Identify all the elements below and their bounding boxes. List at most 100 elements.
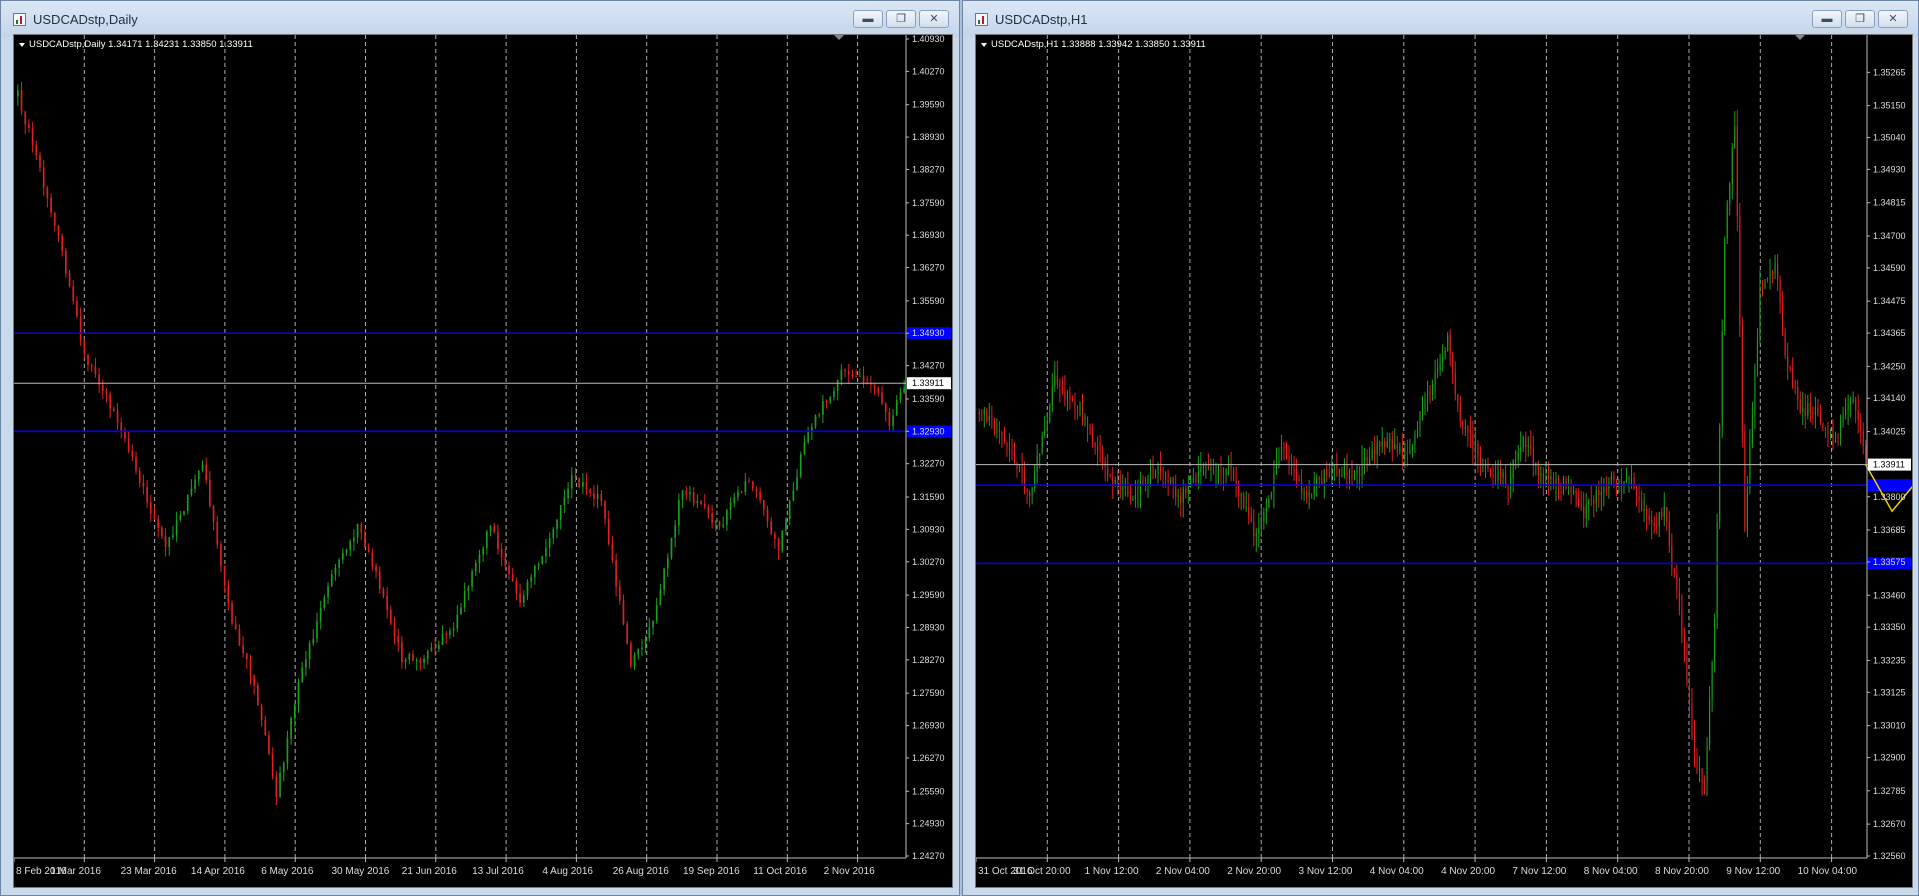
minimize-button[interactable]: ▬ bbox=[1812, 10, 1842, 28]
candle-body bbox=[552, 528, 555, 539]
candle-body bbox=[1726, 203, 1728, 239]
collapse-triangle-icon[interactable] bbox=[19, 43, 25, 47]
candle-body bbox=[1839, 421, 1842, 438]
candle-body bbox=[1336, 465, 1338, 470]
candle-body bbox=[1761, 286, 1764, 289]
chart-area-daily[interactable]: 1.40930 1.40270 1.39590 1.38930 1.38270 1.375… bbox=[13, 34, 953, 888]
candle-body bbox=[1285, 452, 1288, 457]
candle-body bbox=[996, 430, 998, 432]
candle-body bbox=[1311, 493, 1313, 495]
candle-body bbox=[1454, 372, 1456, 395]
candle-body bbox=[998, 430, 1000, 433]
chart-area-h1[interactable]: 1.35265 1.35150 1.35040 1.34930 1.34815 1.347… bbox=[975, 34, 1913, 888]
candle-body bbox=[1222, 469, 1225, 475]
price-axis-label: 1.30930 bbox=[912, 524, 945, 534]
candle-body bbox=[1482, 465, 1484, 468]
candle-body bbox=[1326, 469, 1328, 476]
candle-body bbox=[1714, 618, 1716, 663]
candle-body bbox=[1807, 402, 1809, 416]
candle-body bbox=[1416, 429, 1419, 435]
candle-body bbox=[297, 682, 300, 705]
restore-button[interactable]: ❐ bbox=[1845, 10, 1875, 28]
candle-body bbox=[271, 754, 274, 777]
candle-body bbox=[1479, 456, 1481, 468]
candle-body bbox=[1774, 263, 1776, 274]
candle-body bbox=[1056, 376, 1058, 385]
candle-body bbox=[1736, 126, 1738, 217]
candle-body bbox=[1568, 487, 1570, 489]
candle-body bbox=[1766, 278, 1769, 280]
candle-body bbox=[1134, 494, 1136, 499]
title-bar-daily[interactable]: USDCADstp,Daily ▬ ❐ ✕ bbox=[1, 1, 959, 37]
candle-body bbox=[526, 581, 529, 596]
candle-body bbox=[807, 431, 809, 442]
candle-body bbox=[474, 563, 477, 572]
candle-body bbox=[1092, 431, 1094, 443]
window-daily[interactable]: USDCADstp,Daily ▬ ❐ ✕ 1.40930 1.40270 1.39… bbox=[0, 0, 960, 896]
candle-body bbox=[1235, 480, 1237, 484]
candle-body bbox=[877, 388, 880, 393]
time-axis-label: 9 Nov 12:00 bbox=[1726, 866, 1780, 877]
candle-body bbox=[792, 490, 795, 501]
close-button[interactable]: ✕ bbox=[919, 10, 949, 28]
candle-body bbox=[530, 576, 532, 582]
price-axis-label: 1.33460 bbox=[1873, 590, 1906, 600]
candle-body bbox=[1414, 434, 1416, 446]
time-axis-label: 19 Sep 2016 bbox=[683, 866, 740, 877]
window-title: USDCADstp,H1 bbox=[995, 12, 1088, 27]
candle-body bbox=[1542, 473, 1544, 485]
candle-body bbox=[1676, 572, 1678, 591]
candle-body bbox=[1079, 404, 1081, 411]
restore-button[interactable]: ❐ bbox=[886, 10, 916, 28]
candle-body bbox=[1212, 466, 1215, 473]
candle-body bbox=[1787, 355, 1789, 369]
price-axis-label: 1.34025 bbox=[1873, 427, 1906, 437]
candle-body bbox=[1039, 453, 1041, 456]
candle-body bbox=[1374, 449, 1376, 455]
candle-body bbox=[1081, 404, 1084, 421]
candle-body bbox=[1850, 401, 1852, 405]
time-axis-label: 31 Oct 20:00 bbox=[1013, 866, 1071, 877]
candle-body bbox=[28, 124, 30, 129]
minimize-button[interactable]: ▬ bbox=[853, 10, 883, 28]
candle-body bbox=[1447, 335, 1449, 351]
price-axis-label: 1.40930 bbox=[912, 35, 945, 44]
candle-body bbox=[168, 537, 171, 548]
candle-body bbox=[1507, 486, 1509, 490]
candle-body bbox=[1109, 475, 1111, 477]
candle-body bbox=[729, 502, 732, 511]
candle-body bbox=[360, 523, 363, 533]
candle-body bbox=[1512, 460, 1514, 478]
candle-body bbox=[471, 571, 473, 587]
candle-body bbox=[1029, 491, 1031, 496]
minimize-icon: ▬ bbox=[862, 12, 874, 25]
candle-body bbox=[696, 500, 699, 504]
candle-body bbox=[1671, 546, 1673, 569]
candle-body bbox=[1709, 699, 1711, 746]
collapse-triangle-icon[interactable] bbox=[981, 43, 987, 47]
candle-body bbox=[142, 482, 145, 487]
window-h1[interactable]: USDCADstp,H1 ▬ ❐ ✕ 1.35265 1.35150 1.35040… bbox=[962, 0, 1919, 896]
candle-body bbox=[1489, 469, 1492, 475]
candle-body bbox=[511, 574, 514, 581]
candle-body bbox=[227, 585, 230, 604]
candle-body bbox=[618, 586, 621, 601]
chart-canvas: 1.35265 1.35150 1.35040 1.34930 1.34815 1.347… bbox=[976, 35, 1912, 877]
candle-body bbox=[1225, 468, 1227, 475]
candle-body bbox=[785, 519, 787, 531]
shift-marker-icon[interactable] bbox=[1795, 35, 1805, 40]
candle-body bbox=[164, 536, 167, 548]
close-button[interactable]: ✕ bbox=[1878, 10, 1908, 28]
candle-body bbox=[500, 548, 503, 558]
candle-body bbox=[1693, 735, 1696, 757]
title-bar-h1[interactable]: USDCADstp,H1 ▬ ❐ ✕ bbox=[963, 1, 1918, 37]
shift-marker-icon[interactable] bbox=[834, 35, 844, 40]
candle-body bbox=[1532, 448, 1534, 466]
candle-body bbox=[1084, 417, 1086, 421]
candle-body bbox=[1379, 442, 1381, 448]
candle-body bbox=[1401, 447, 1403, 457]
candle-body bbox=[1678, 590, 1680, 611]
candle-body bbox=[770, 521, 773, 534]
candle-body bbox=[1610, 476, 1612, 484]
candle-body bbox=[1122, 487, 1124, 491]
